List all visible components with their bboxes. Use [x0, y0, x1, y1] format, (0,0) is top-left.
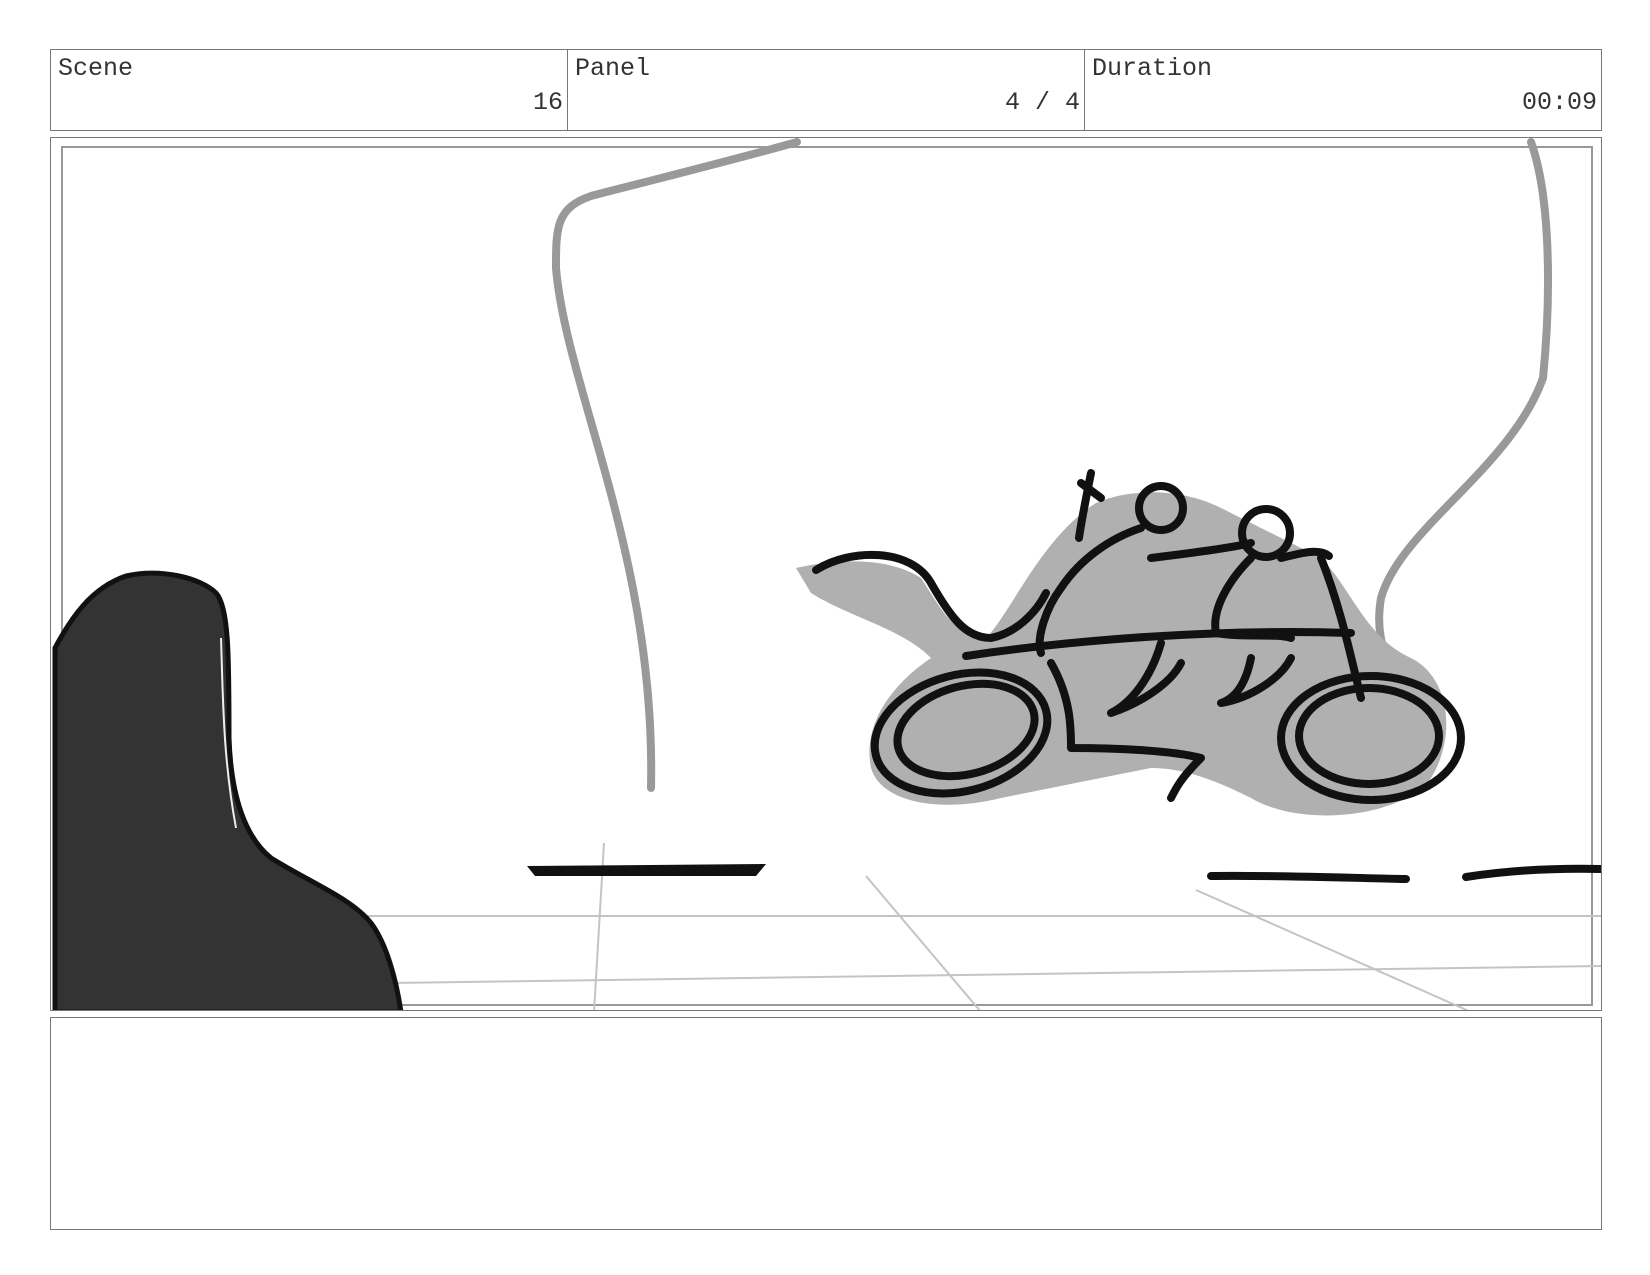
road-line-2	[250, 965, 1601, 986]
notes-box	[50, 1017, 1602, 1230]
panel-label: Panel	[575, 54, 651, 83]
scene-cell: Scene 16	[51, 50, 568, 130]
scene-label: Scene	[58, 54, 134, 83]
scene-number: 16	[532, 88, 563, 117]
storyboard-frame	[50, 137, 1602, 1011]
storyboard-header: Scene 16 Panel 4 / 4 Duration 00:09	[50, 49, 1602, 131]
road-dash-3	[1207, 871, 1410, 883]
duration-cell: Duration 00:09	[1085, 50, 1601, 130]
duration-value: 00:09	[1521, 88, 1597, 117]
road-dash-2	[527, 864, 766, 876]
duration-label: Duration	[1092, 54, 1213, 83]
road-line-4	[865, 875, 981, 1010]
road-dash-4	[1462, 864, 1601, 881]
storyboard-sketch	[52, 138, 1601, 1010]
foreground-rock	[52, 570, 404, 1010]
panel-number: 4 / 4	[1004, 88, 1080, 117]
background-stroke-right	[1375, 138, 1552, 682]
road-line-5	[1195, 889, 1469, 1010]
background-stroke-left	[551, 138, 801, 792]
panel-cell: Panel 4 / 4	[568, 50, 1085, 130]
